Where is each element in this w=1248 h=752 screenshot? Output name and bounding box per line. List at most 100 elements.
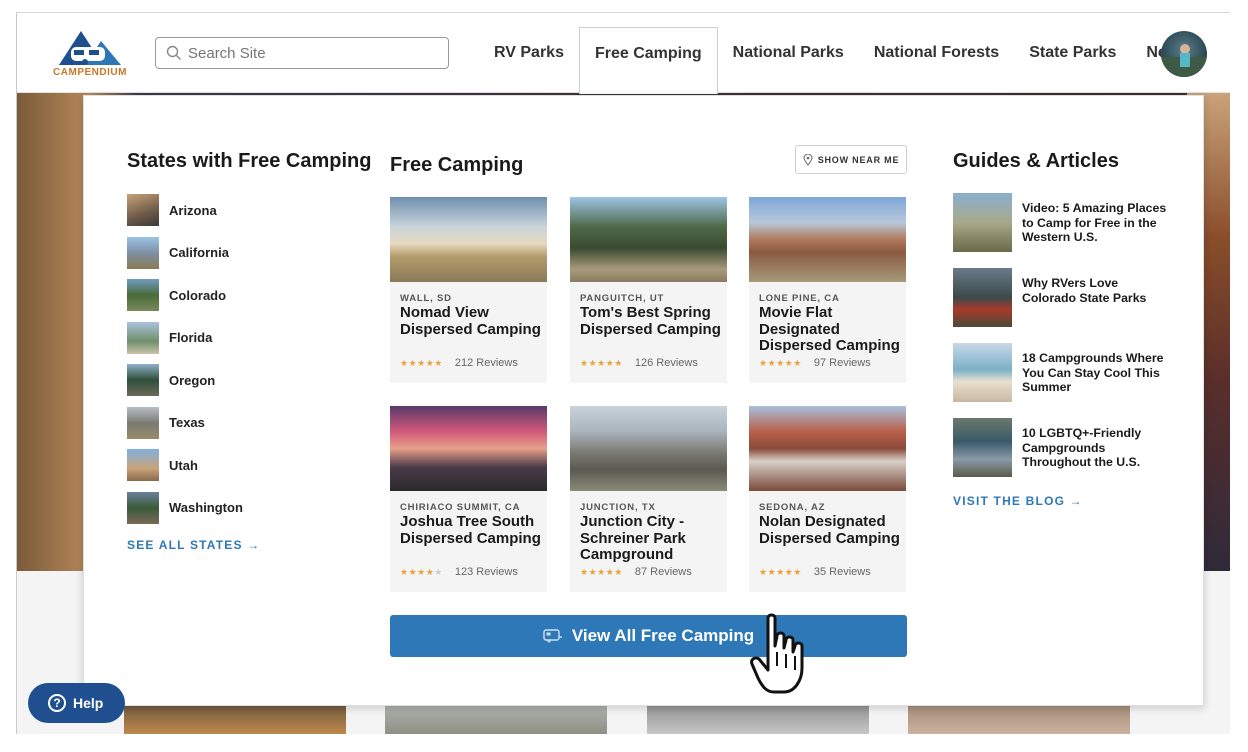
main-nav: RV Parks Free Camping National Parks Nat… — [479, 27, 1203, 94]
state-item-colorado[interactable]: Colorado — [127, 279, 347, 311]
campsite-location: CHIRIACO SUMMIT, CA — [400, 502, 521, 513]
state-label: California — [169, 245, 229, 260]
campsite-location: JUNCTION, TX — [580, 502, 656, 513]
review-count: 123 Reviews — [454, 566, 518, 578]
article-item[interactable]: Video: 5 Amazing Places to Camp for Free… — [953, 193, 1173, 253]
campsite-rating: ★★★★★ 126 Reviews — [580, 357, 698, 369]
campsite-card[interactable]: WALL, SD Nomad View Dispersed Camping ★★… — [390, 197, 547, 383]
state-thumbnail — [127, 236, 159, 269]
article-thumbnail — [953, 193, 1012, 252]
state-item-california[interactable]: California — [127, 236, 347, 269]
campsite-name: Nomad View Dispersed Camping — [400, 304, 541, 338]
state-thumbnail — [127, 321, 159, 354]
campsite-image — [749, 406, 906, 491]
state-thumbnail — [127, 364, 159, 396]
site-search[interactable] — [155, 37, 449, 69]
campsite-image — [570, 406, 727, 491]
star-rating-icon: ★★★★★ — [580, 357, 623, 368]
article-title: Why RVers Love Colorado State Parks — [1022, 276, 1147, 305]
nav-rv-parks[interactable]: RV Parks — [479, 27, 579, 79]
campsite-name: Nolan Designated Dispersed Camping — [759, 513, 900, 547]
review-count: 212 Reviews — [454, 357, 518, 369]
state-thumbnail — [127, 449, 159, 481]
review-count: 97 Reviews — [813, 357, 871, 369]
star-rating-icon: ★★★★★ — [759, 566, 802, 577]
review-count: 87 Reviews — [634, 566, 692, 578]
rv-icon — [543, 629, 562, 643]
state-item-oregon[interactable]: Oregon — [127, 364, 347, 396]
article-title: Video: 5 Amazing Places to Camp for Free… — [1022, 201, 1167, 244]
campsite-location: PANGUITCH, UT — [580, 293, 665, 304]
browser-viewport: CAMPENDIUM RV Parks Free Camping Nationa… — [16, 12, 1230, 734]
state-item-arizona[interactable]: Arizona — [127, 194, 347, 226]
state-label: Utah — [169, 457, 198, 473]
campsite-rating: ★★★★★ 123 Reviews — [400, 566, 518, 578]
articles-list: Video: 5 Amazing Places to Camp for Free… — [953, 193, 1173, 493]
state-label: Arizona — [169, 202, 217, 218]
state-item-florida[interactable]: Florida — [127, 321, 347, 354]
state-item-texas[interactable]: Texas — [127, 406, 347, 439]
campsite-location: LONE PINE, CA — [759, 293, 840, 304]
star-rating-icon: ★★★★★ — [400, 566, 443, 577]
avatar-image — [1161, 44, 1207, 77]
view-all-label: View All Free Camping — [571, 626, 755, 645]
state-item-utah[interactable]: Utah — [127, 449, 347, 481]
free-camping-mega-menu: States with Free Camping Arizona Califor… — [83, 95, 1204, 706]
campsite-card[interactable]: JUNCTION, TX Junction City - Schreiner P… — [570, 406, 727, 592]
review-count: 126 Reviews — [634, 357, 698, 369]
state-thumbnail — [127, 406, 159, 439]
show-near-me-label: SHOW NEAR ME — [817, 154, 900, 165]
star-rating-icon: ★★★★★ — [759, 357, 802, 368]
guides-heading: Guides & Articles — [953, 150, 1119, 172]
state-thumbnail — [127, 194, 159, 226]
campsite-rating: ★★★★★ 87 Reviews — [580, 566, 692, 578]
campsite-location: SEDONA, AZ — [759, 502, 826, 513]
show-near-me-button[interactable]: SHOW NEAR ME — [795, 145, 907, 174]
state-label: Texas — [169, 415, 205, 430]
article-item[interactable]: 18 Campgrounds Where You Can Stay Cool T… — [953, 343, 1173, 403]
campsite-card[interactable]: SEDONA, AZ Nolan Designated Dispersed Ca… — [749, 406, 906, 592]
nav-free-camping[interactable]: Free Camping — [578, 27, 718, 94]
nav-national-parks[interactable]: National Parks — [718, 27, 859, 79]
review-count: 35 Reviews — [813, 566, 871, 578]
campsite-name: Junction City - Schreiner Park Campgroun… — [580, 513, 686, 563]
see-all-states-link[interactable]: SEE ALL STATES → — [127, 538, 260, 552]
star-rating-icon: ★★★★★ — [580, 566, 623, 577]
search-input[interactable] — [188, 44, 428, 62]
location-pin-icon — [803, 153, 813, 166]
help-button[interactable]: ? Help — [28, 683, 125, 723]
campendium-logo[interactable]: CAMPENDIUM — [45, 27, 135, 83]
campsite-image — [390, 197, 547, 282]
free-camping-heading: Free Camping — [390, 154, 524, 176]
state-thumbnail — [127, 279, 159, 311]
state-label: Washington — [169, 500, 243, 515]
article-item[interactable]: Why RVers Love Colorado State Parks — [953, 268, 1173, 328]
article-title: 10 LGBTQ+-Friendly Campgrounds Throughou… — [1022, 426, 1142, 469]
help-question-icon: ? — [48, 694, 66, 712]
article-item[interactable]: 10 LGBTQ+-Friendly Campgrounds Throughou… — [953, 418, 1173, 478]
article-title: 18 Campgrounds Where You Can Stay Cool T… — [1022, 351, 1164, 394]
nav-national-forests[interactable]: National Forests — [859, 27, 1014, 79]
search-icon — [166, 45, 181, 60]
campsite-rating: ★★★★★ 97 Reviews — [759, 357, 871, 369]
campsite-card[interactable]: CHIRIACO SUMMIT, CA Joshua Tree South Di… — [390, 406, 547, 592]
campsite-name: Movie Flat Designated Dispersed Camping — [759, 304, 900, 354]
state-thumbnail — [127, 491, 159, 524]
campsite-card[interactable]: PANGUITCH, UT Tom's Best Spring Disperse… — [570, 197, 727, 383]
help-label: Help — [73, 695, 104, 711]
article-thumbnail — [953, 418, 1012, 477]
campsite-card[interactable]: LONE PINE, CA Movie Flat Designated Disp… — [749, 197, 906, 383]
states-list: Arizona California Colorado Florida Oreg… — [127, 194, 347, 534]
visit-the-blog-link[interactable]: VISIT THE BLOG → — [953, 494, 1083, 508]
logo-wordmark: CAMPENDIUM — [53, 67, 127, 78]
campsite-image — [749, 197, 906, 282]
campsite-image — [390, 406, 547, 491]
state-label: Florida — [169, 330, 213, 345]
star-rating-icon: ★★★★★ — [400, 357, 443, 368]
article-thumbnail — [953, 268, 1012, 327]
state-item-washington[interactable]: Washington — [127, 491, 347, 524]
user-avatar[interactable] — [1161, 31, 1207, 77]
campsite-name: Tom's Best Spring Dispersed Camping — [580, 304, 721, 338]
nav-state-parks[interactable]: State Parks — [1014, 27, 1131, 79]
site-header: CAMPENDIUM RV Parks Free Camping Nationa… — [17, 13, 1230, 94]
